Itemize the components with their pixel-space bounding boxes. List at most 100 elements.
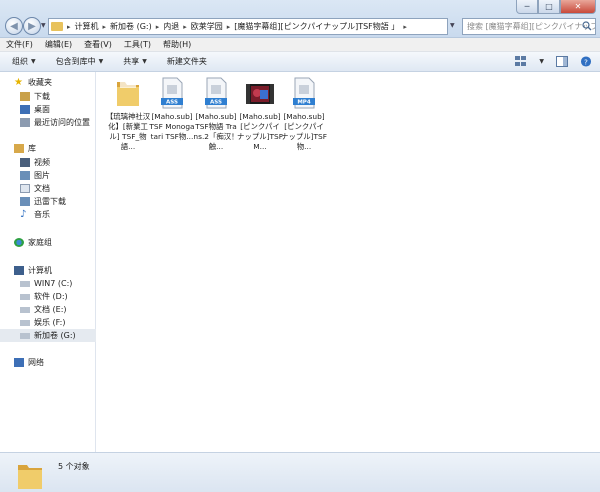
nav-downloads[interactable]: 下载 (0, 90, 96, 103)
toolbar-right: ▼ ? (515, 56, 592, 67)
file-type-badge: ASS (166, 100, 178, 106)
maximize-button[interactable]: □ (538, 0, 560, 14)
arrow-right-icon: ▶ (28, 20, 36, 32)
nav-recent-places[interactable]: 最近访问的位置 (0, 116, 96, 129)
forward-button[interactable]: ▶ (23, 17, 41, 35)
nav-network[interactable]: 网络 (0, 356, 96, 369)
nav-music[interactable]: ♪ 音乐 (0, 208, 96, 221)
breadcrumb-current-folder[interactable]: [魔猫字幕组][ピンクパイナップル]TSF物語 」 (234, 21, 399, 32)
menu-view[interactable]: 查看(V) (84, 39, 112, 50)
nav-libraries-label: 库 (28, 144, 36, 153)
nav-drive-g[interactable]: 新加卷 (G:) (0, 329, 96, 342)
navigation-pane: ★ 收藏夹 下载 桌面 最近访问的位置 库 视频 图片 文档 迅雷下载 ♪ 音乐… (0, 72, 96, 452)
nav-pictures[interactable]: 图片 (0, 169, 96, 182)
nav-drive-d[interactable]: 软件 (D:) (0, 290, 96, 303)
breadcrumb-computer[interactable]: 计算机 (75, 21, 99, 32)
nav-thunder-downloads[interactable]: 迅雷下载 (0, 195, 96, 208)
library-icon (14, 144, 24, 153)
arrow-left-icon: ◀ (10, 20, 18, 32)
nav-network-label: 网络 (28, 358, 44, 367)
file-name: [Maho.sub][ピンクパイナップル]TSF物... (281, 112, 327, 151)
menu-bar: 文件(F) 编辑(E) 查看(V) 工具(T) 帮助(H) (0, 38, 600, 52)
menu-help[interactable]: 帮助(H) (163, 39, 191, 50)
caret-down-icon: ▼ (31, 58, 36, 65)
chevron-right-icon[interactable]: ▸ (403, 23, 407, 31)
file-name: [Maho.sub][ピンクパイナップル]TSF M... (237, 112, 283, 151)
window-titlebar: ─ □ ✕ ◀ ▶ ▼ ▸ 计算机 ▸ 新加卷 (G:) ▸ 内退 ▸ 欧莱学园… (0, 0, 600, 38)
file-name: [Maho.sub] TSF物語 Trans.2「痴汉！触... (193, 112, 239, 151)
breadcrumb-folder-1[interactable]: 内退 (163, 21, 179, 32)
share-button[interactable]: 共享 ▼ (123, 56, 147, 67)
nav-drive-f-label: 娱乐 (F:) (34, 318, 66, 327)
nav-pictures-label: 图片 (34, 171, 50, 180)
video-library-icon (20, 158, 30, 167)
address-bar[interactable]: ▸ 计算机 ▸ 新加卷 (G:) ▸ 内退 ▸ 欧莱学园 ▸ [魔猫字幕组][ピ… (48, 18, 448, 35)
recent-pages-dropdown[interactable]: ▼ (41, 22, 46, 29)
nav-downloads-label: 下载 (34, 92, 50, 101)
download-icon (20, 92, 30, 101)
drive-icon (20, 332, 30, 339)
new-folder-label: 新建文件夹 (166, 57, 207, 66)
file-item-ass[interactable]: ASS [Maho.sub] TSF Monogatari TSF物... (149, 76, 195, 142)
breadcrumb-drive-g[interactable]: 新加卷 (G:) (110, 21, 152, 32)
file-item-folder[interactable]: 【琉璃神社汉化】[新業工ル] TSF_物語... (105, 76, 151, 152)
address-history-dropdown[interactable]: ▼ (450, 22, 455, 29)
close-button[interactable]: ✕ (560, 0, 596, 14)
back-button[interactable]: ◀ (5, 17, 23, 35)
document-icon: ASS (161, 77, 183, 109)
chevron-right-icon[interactable]: ▸ (67, 23, 71, 31)
nav-videos[interactable]: 视频 (0, 156, 96, 169)
homegroup-icon (14, 238, 24, 247)
item-count: 5 个对象 (58, 462, 90, 471)
chevron-right-icon[interactable]: ▸ (183, 23, 187, 31)
window-controls: ─ □ ✕ (516, 0, 596, 14)
document-library-icon (20, 184, 30, 193)
organize-label: 组织 (12, 57, 28, 66)
new-folder-button[interactable]: 新建文件夹 (167, 56, 207, 67)
nav-homegroup-label: 家庭组 (28, 238, 52, 247)
navigation-row: ◀ ▶ ▼ ▸ 计算机 ▸ 新加卷 (G:) ▸ 内退 ▸ 欧莱学园 ▸ [魔猫… (0, 16, 600, 38)
search-input[interactable]: 搜索 [魔猫字幕组][ピンクパイナップ... (462, 18, 596, 35)
menu-tools[interactable]: 工具(T) (124, 39, 151, 50)
desktop-icon (20, 105, 30, 114)
nav-drive-d-label: 软件 (D:) (34, 292, 68, 301)
view-options-icon[interactable] (515, 56, 527, 67)
video-file-icon: MP4 (293, 77, 315, 109)
preview-pane-icon[interactable] (556, 56, 568, 67)
drive-icon (20, 319, 30, 326)
nav-homegroup[interactable]: 家庭组 (0, 236, 96, 249)
breadcrumb-folder-2[interactable]: 欧莱学园 (191, 21, 223, 32)
help-icon[interactable]: ? (580, 56, 592, 67)
minimize-button[interactable]: ─ (516, 0, 538, 14)
organize-button[interactable]: 组织 ▼ (12, 56, 36, 67)
file-list: 【琉璃神社汉化】[新業工ル] TSF_物語... ASS [Maho.sub] … (97, 72, 600, 452)
nav-documents-label: 文档 (34, 184, 50, 193)
nav-videos-label: 视频 (34, 158, 50, 167)
file-item-ass[interactable]: ASS [Maho.sub] TSF物語 Trans.2「痴汉！触... (193, 76, 239, 152)
caret-down-icon[interactable]: ▼ (539, 58, 544, 65)
folder-icon (117, 82, 139, 106)
nav-recent-label: 最近访问的位置 (34, 118, 90, 127)
file-type-badge: ASS (210, 100, 222, 106)
nav-libraries[interactable]: 库 (0, 142, 96, 155)
nav-drive-c[interactable]: WIN7 (C:) (0, 277, 96, 290)
chevron-right-icon[interactable]: ▸ (227, 23, 231, 31)
chevron-right-icon[interactable]: ▸ (103, 23, 107, 31)
menu-edit[interactable]: 编辑(E) (45, 39, 72, 50)
chevron-right-icon[interactable]: ▸ (156, 23, 160, 31)
network-icon (14, 358, 24, 367)
nav-computer[interactable]: 计算机 (0, 264, 96, 277)
command-toolbar: 组织 ▼ 包含到库中 ▼ 共享 ▼ 新建文件夹 ▼ ? (0, 52, 600, 72)
nav-drive-f[interactable]: 娱乐 (F:) (0, 316, 96, 329)
nav-documents[interactable]: 文档 (0, 182, 96, 195)
nav-favorites[interactable]: ★ 收藏夹 (0, 76, 96, 89)
nav-drive-e[interactable]: 文档 (E:) (0, 303, 96, 316)
menu-file[interactable]: 文件(F) (6, 39, 33, 50)
nav-drive-e-label: 文档 (E:) (34, 305, 67, 314)
include-in-library-button[interactable]: 包含到库中 ▼ (56, 56, 104, 67)
details-pane: 5 个对象 (0, 452, 600, 492)
nav-desktop[interactable]: 桌面 (0, 103, 96, 116)
search-icon (582, 21, 592, 31)
file-item-mp4[interactable]: MP4 [Maho.sub][ピンクパイナップル]TSF物... (281, 76, 327, 152)
file-item-video[interactable]: [Maho.sub][ピンクパイナップル]TSF M... (237, 76, 283, 152)
